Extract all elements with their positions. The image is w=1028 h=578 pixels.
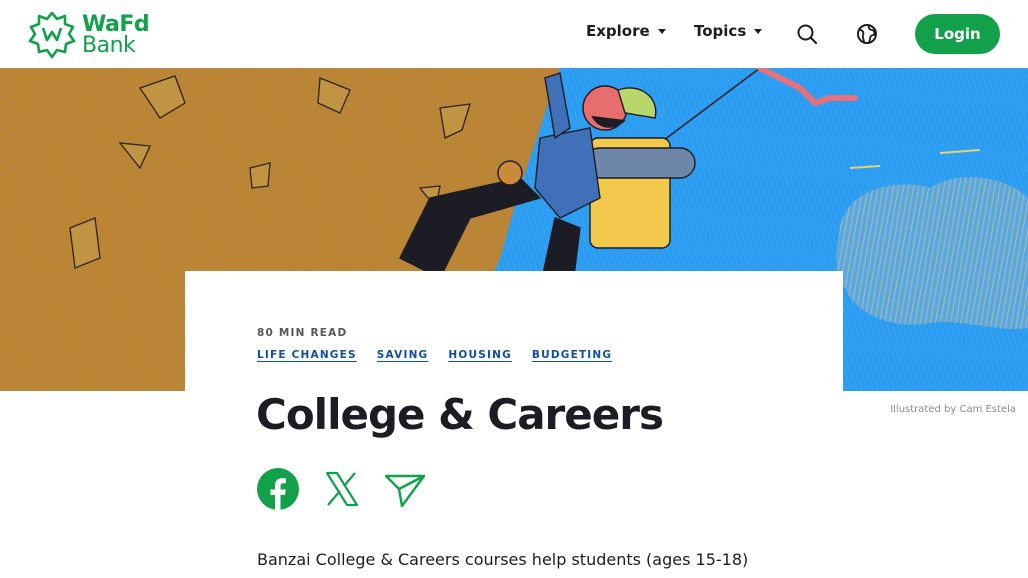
wafd-logo-icon bbox=[28, 11, 76, 59]
read-time: 80 MIN READ bbox=[257, 327, 348, 339]
login-button[interactable]: Login bbox=[915, 14, 1000, 54]
chevron-down-icon bbox=[657, 28, 666, 34]
brand-line-1: WaFd bbox=[82, 12, 150, 37]
x-icon[interactable] bbox=[324, 468, 360, 510]
tag-housing[interactable]: HOUSING bbox=[448, 349, 512, 361]
globe-icon[interactable] bbox=[855, 22, 879, 46]
wafd-logo-text: WaFd Bank bbox=[82, 12, 150, 58]
article-intro: Banzai College & Careers courses help st… bbox=[257, 550, 749, 569]
nav-topics-label: Topics bbox=[694, 22, 747, 40]
brand-line-2: Bank bbox=[82, 33, 136, 58]
topic-tags: LIFE CHANGES SAVING HOUSING BUDGETING bbox=[257, 349, 632, 361]
send-icon[interactable] bbox=[384, 468, 426, 510]
nav-topics[interactable]: Topics bbox=[694, 22, 763, 40]
nav-explore[interactable]: Explore bbox=[586, 22, 666, 40]
search-icon[interactable] bbox=[795, 22, 819, 46]
tag-budgeting[interactable]: BUDGETING bbox=[532, 349, 612, 361]
illustration-credit: Illustrated by Cam Estela bbox=[890, 404, 1016, 415]
facebook-icon[interactable] bbox=[257, 468, 299, 510]
page-title: College & Careers bbox=[256, 390, 664, 439]
wafd-logo[interactable]: WaFd Bank bbox=[27, 10, 150, 60]
tag-saving[interactable]: SAVING bbox=[377, 349, 429, 361]
tag-life-changes[interactable]: LIFE CHANGES bbox=[257, 349, 357, 361]
site-header: WaFd Bank Explore Topics Login bbox=[0, 0, 1028, 68]
nav-explore-label: Explore bbox=[586, 22, 650, 40]
chevron-down-icon bbox=[754, 28, 763, 34]
